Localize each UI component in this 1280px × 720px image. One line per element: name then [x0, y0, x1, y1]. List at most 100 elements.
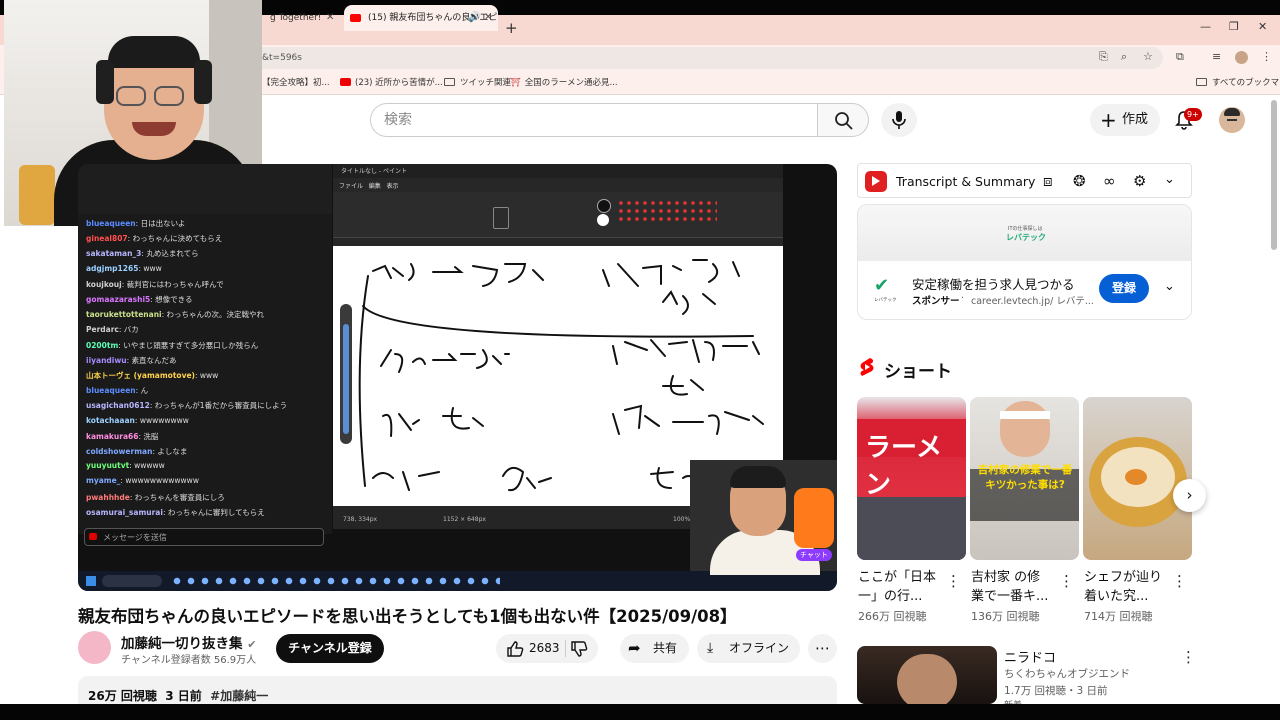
- chat-username: coldshowerman: [86, 447, 153, 456]
- chat-message: 山本トーヴェ (yamamotove): www: [86, 371, 219, 380]
- dislike-button[interactable]: [570, 640, 588, 669]
- account-avatar[interactable]: [1219, 107, 1245, 133]
- window-close-icon[interactable]: ✕: [1258, 20, 1267, 33]
- glasses-icon[interactable]: ∞: [1103, 172, 1116, 190]
- cursor-coords: 738, 334px: [343, 516, 378, 523]
- bookmark-item[interactable]: (23) 近所から苦情が...: [340, 76, 443, 88]
- subscribe-button[interactable]: チャンネル登録: [276, 634, 384, 663]
- chat-username: adgjmp1265: [86, 263, 139, 273]
- short-views-2: 136万 回視聴: [971, 610, 1040, 623]
- channel-name[interactable]: 加藤純一切り抜き集 ✔: [121, 632, 256, 652]
- video-player[interactable]: blueaqueen: 日は出ないよ gineal807: わっちゃんに決めてもら…: [78, 164, 837, 591]
- chat-text: 裁判官にはわっちゃん呼んで: [126, 279, 224, 289]
- search-icon: [835, 112, 853, 130]
- verified-icon: ✔: [247, 638, 257, 651]
- short-thumbnail-1[interactable]: ラーメン: [857, 397, 966, 560]
- more-vertical-icon[interactable]: ⋮: [1181, 648, 1196, 666]
- search-placeholder: 検索: [384, 112, 412, 128]
- sponsored-ad[interactable]: ITの仕事探しは レバテック ✔ レバテック 安定稼働を担う求人見つかる スポン…: [857, 204, 1192, 320]
- shorts-next-arrow-icon[interactable]: ›: [1173, 479, 1206, 512]
- search-input[interactable]: 検索: [370, 103, 818, 137]
- short-thumbnail-2[interactable]: 吉村家の修業で一番キツかった事は?: [970, 397, 1079, 560]
- view-count: 26万 回視聴: [88, 689, 157, 703]
- chat-message: koujkouj: 裁判官にはわっちゃん呼んで: [86, 279, 224, 289]
- chat-username: blueaqueen: [86, 219, 136, 228]
- next-video-channel[interactable]: ちくわちゃんオブジエンド: [1004, 666, 1130, 681]
- levtech-check-icon: ✔: [874, 275, 890, 296]
- share-button[interactable]: ➦ 共有: [620, 634, 689, 663]
- short-thumbnail-3[interactable]: [1083, 397, 1192, 560]
- bookmark-item[interactable]: 【完全攻略】初...: [262, 76, 330, 88]
- star-icon[interactable]: ☆: [1143, 50, 1153, 63]
- media-icon[interactable]: ≡: [1212, 50, 1221, 63]
- chevron-down-icon[interactable]: ⌄: [1164, 279, 1175, 294]
- create-button[interactable]: + 作成: [1090, 104, 1160, 136]
- maximize-icon[interactable]: ❐: [1229, 20, 1239, 33]
- bookmark-label: ツイッチ関連: [460, 78, 512, 88]
- short-title-2[interactable]: 吉村家 の修業で一番キ...: [971, 568, 1053, 606]
- install-icon[interactable]: ⎘: [1099, 50, 1108, 64]
- browser-tab-1[interactable]: g Together! ✕: [262, 5, 342, 31]
- next-video-thumbnail[interactable]: [857, 646, 997, 704]
- more-vertical-icon[interactable]: ⋮: [946, 572, 961, 590]
- chat-username: sakataman_3: [86, 249, 142, 259]
- chat-message: myame_: wwwwwwwwwwww: [86, 476, 199, 486]
- like-count: 2683: [529, 641, 560, 655]
- chat-text: ん: [140, 386, 149, 396]
- chat-text: wwwwwwwwwwww: [125, 476, 199, 486]
- all-bookmarks[interactable]: すべてのブックマーク: [1196, 76, 1280, 88]
- channel-avatar[interactable]: [78, 631, 111, 664]
- chat-text: wwwwwwww: [139, 415, 189, 425]
- offline-download-button[interactable]: ⤓ オフライン: [697, 634, 800, 663]
- more-vertical-icon[interactable]: ⋮: [1172, 572, 1187, 590]
- search-button[interactable]: [817, 103, 869, 137]
- hashtag-link[interactable]: #加藤純一: [210, 689, 268, 703]
- short-title-3[interactable]: シェフが辿り着いた究...: [1084, 568, 1166, 606]
- download-icon: ⤓: [707, 640, 714, 656]
- tab-title: g Together!: [270, 13, 322, 23]
- ad-title: 安定稼働を担う求人見つかる: [912, 277, 1075, 292]
- profile-icon[interactable]: [1235, 51, 1248, 64]
- chat-message: pwahhhde: わっちゃんを審査員にしろ: [86, 492, 225, 502]
- url-text: &t=596s: [262, 53, 302, 63]
- menu-icon[interactable]: ⋮: [1261, 50, 1272, 63]
- short-title-1[interactable]: ここが「日本一」の行...: [858, 568, 940, 606]
- bookmark-item[interactable]: ⛩ 全国のラーメン通必見...: [510, 76, 618, 88]
- more-vertical-icon[interactable]: ⋮: [1059, 572, 1074, 590]
- settings-gear-icon[interactable]: ⚙: [1133, 172, 1146, 190]
- robot-icon[interactable]: ⧈: [1043, 172, 1053, 190]
- chat-username: 山本トーヴェ (yamamotove): [86, 371, 195, 380]
- chat-message: coldshowerman: よしなま: [86, 447, 188, 456]
- voice-search-button[interactable]: [881, 103, 917, 137]
- chat-text: www: [199, 371, 219, 380]
- bookmark-item[interactable]: ツイッチ関連: [444, 76, 511, 88]
- tab-close-icon[interactable]: ✕: [326, 5, 334, 31]
- screen-bottom-bar: [0, 704, 1280, 720]
- minimize-icon[interactable]: —: [1200, 20, 1211, 33]
- more-actions-button[interactable]: ⋯: [808, 634, 837, 663]
- chat-text: 想像できる: [155, 295, 193, 304]
- share-label: 共有: [653, 641, 678, 655]
- openai-icon[interactable]: ❂: [1073, 172, 1086, 190]
- transcript-summary-panel[interactable]: Transcript & Summary ⧈ ❂ ∞ ⚙ ⌄: [857, 163, 1192, 198]
- chat-text: わっちゃんに決めてもらえ: [132, 234, 223, 244]
- browser-tab-2[interactable]: (15) 親友布団ちゃんの良いエピ 🔊 ✕: [344, 5, 498, 31]
- bookmark-label: 【完全攻略】初...: [262, 78, 330, 88]
- tab-close-icon[interactable]: ✕: [484, 5, 492, 31]
- chevron-down-icon[interactable]: ⌄: [1164, 172, 1175, 187]
- extensions-icon[interactable]: ⧉: [1176, 50, 1184, 64]
- zoom-icon[interactable]: ⌕: [1121, 50, 1127, 64]
- short-views-1: 266万 回視聴: [858, 610, 927, 623]
- chat-text: わっちゃんに審判してもらえ: [167, 507, 265, 517]
- ad-cta-button[interactable]: 登録: [1099, 274, 1149, 303]
- shorts-heading: ショート: [884, 362, 952, 382]
- paint-menu: ファイル 編集 表示: [339, 183, 399, 190]
- speaker-icon[interactable]: 🔊: [468, 5, 480, 31]
- thumbs-up-icon: [507, 641, 524, 657]
- chat-message: sakataman_3: 丸め込まれてら: [86, 249, 199, 259]
- new-tab-icon[interactable]: +: [505, 19, 518, 37]
- address-bar[interactable]: &t=596s: [248, 47, 1163, 69]
- next-video-title[interactable]: ニラドコ: [1004, 647, 1056, 666]
- chat-message: taorukettottenani: わっちゃんの次。決定戦やれ: [86, 310, 265, 320]
- page-scrollbar[interactable]: [1271, 100, 1277, 250]
